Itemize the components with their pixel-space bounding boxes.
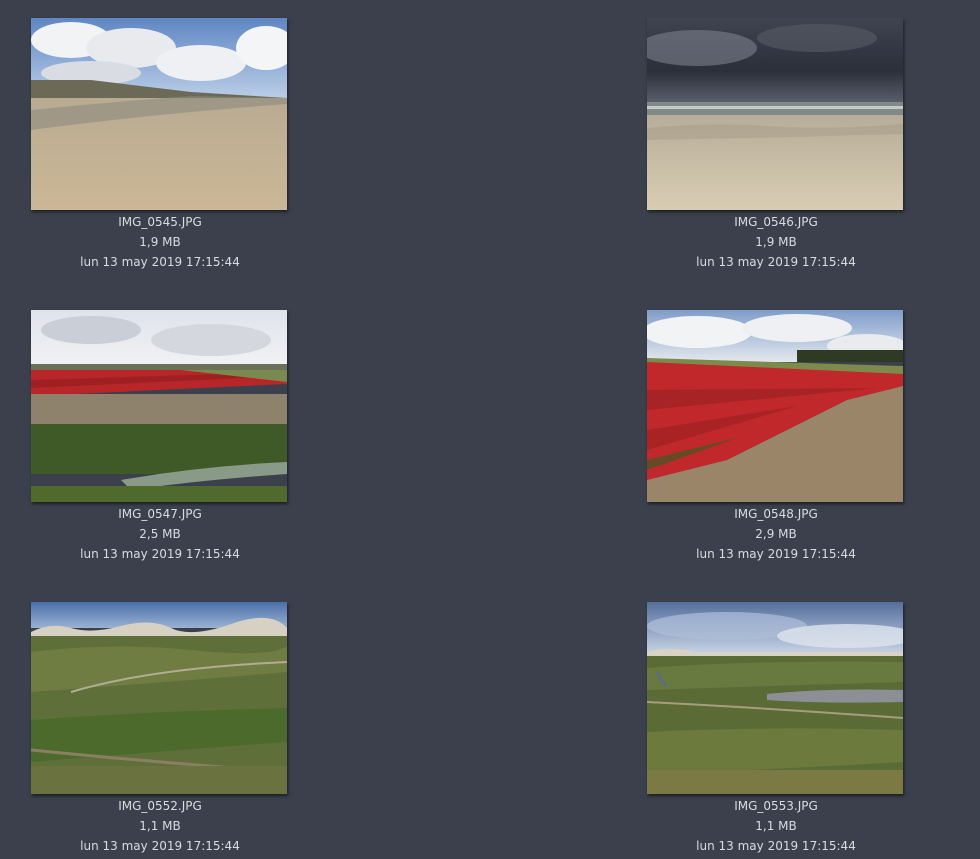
- file-tile[interactable]: IMG_0546.JPG 1,9 MB lun 13 may 2019 17:1…: [647, 18, 905, 272]
- file-tile[interactable]: IMG_0547.JPG 2,5 MB lun 13 may 2019 17:1…: [31, 310, 289, 564]
- file-date: lun 13 may 2019 17:15:44: [696, 839, 856, 853]
- file-name: IMG_0552.JPG: [118, 799, 202, 813]
- image-thumbnail[interactable]: [31, 310, 287, 502]
- file-size: 1,9 MB: [139, 235, 181, 249]
- file-date: lun 13 may 2019 17:15:44: [696, 547, 856, 561]
- image-thumbnail[interactable]: [31, 602, 287, 794]
- file-date: lun 13 may 2019 17:15:44: [80, 547, 240, 561]
- file-size: 2,5 MB: [139, 527, 181, 541]
- file-date: lun 13 may 2019 17:15:44: [80, 839, 240, 853]
- file-date: lun 13 may 2019 17:15:44: [80, 255, 240, 269]
- file-name: IMG_0547.JPG: [118, 507, 202, 521]
- image-thumbnail[interactable]: [31, 18, 287, 210]
- file-tile[interactable]: IMG_0548.JPG 2,9 MB lun 13 may 2019 17:1…: [647, 310, 905, 564]
- file-name: IMG_0553.JPG: [734, 799, 818, 813]
- file-name: IMG_0546.JPG: [734, 215, 818, 229]
- file-size: 1,1 MB: [139, 819, 181, 833]
- image-thumbnail[interactable]: [647, 18, 903, 210]
- file-size: 2,9 MB: [755, 527, 797, 541]
- file-tile[interactable]: IMG_0553.JPG 1,1 MB lun 13 may 2019 17:1…: [647, 602, 905, 856]
- file-name: IMG_0548.JPG: [734, 507, 818, 521]
- image-thumbnail[interactable]: [647, 602, 903, 794]
- file-name: IMG_0545.JPG: [118, 215, 202, 229]
- file-date: lun 13 may 2019 17:15:44: [696, 255, 856, 269]
- file-tile[interactable]: IMG_0545.JPG 1,9 MB lun 13 may 2019 17:1…: [31, 18, 289, 272]
- file-size: 1,9 MB: [755, 235, 797, 249]
- file-tile[interactable]: IMG_0552.JPG 1,1 MB lun 13 may 2019 17:1…: [31, 602, 289, 856]
- file-size: 1,1 MB: [755, 819, 797, 833]
- image-thumbnail[interactable]: [647, 310, 903, 502]
- thumbnail-grid: IMG_0545.JPG 1,9 MB lun 13 may 2019 17:1…: [0, 0, 980, 859]
